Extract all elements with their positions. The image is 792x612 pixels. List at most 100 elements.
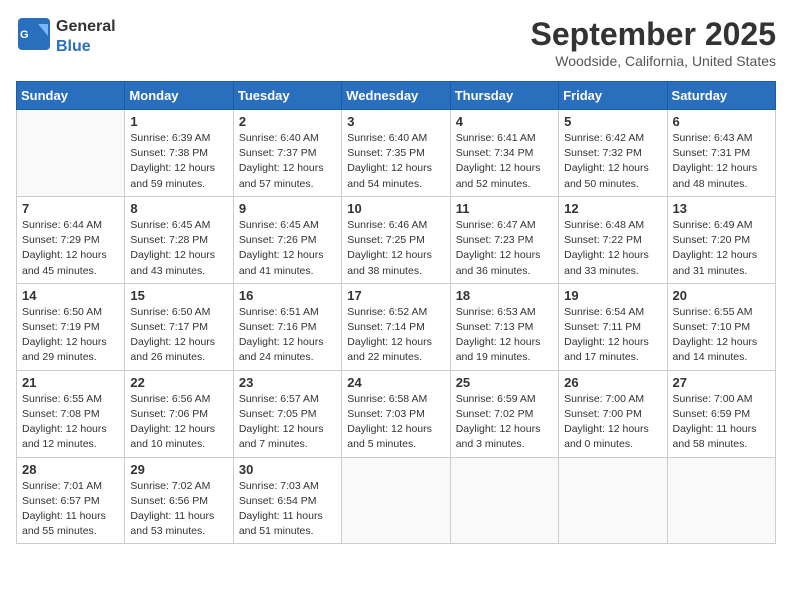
col-header-wednesday: Wednesday bbox=[342, 82, 450, 110]
day-number: 3 bbox=[347, 114, 444, 129]
day-info: Sunrise: 6:46 AMSunset: 7:25 PMDaylight:… bbox=[347, 218, 444, 279]
day-number: 18 bbox=[456, 288, 553, 303]
day-number: 25 bbox=[456, 375, 553, 390]
day-number: 15 bbox=[130, 288, 227, 303]
day-number: 14 bbox=[22, 288, 119, 303]
day-number: 30 bbox=[239, 462, 336, 477]
title-block: September 2025 Woodside, California, Uni… bbox=[531, 16, 776, 69]
logo-icon: G bbox=[16, 16, 52, 52]
day-number: 22 bbox=[130, 375, 227, 390]
calendar-cell: 9Sunrise: 6:45 AMSunset: 7:26 PMDaylight… bbox=[233, 196, 341, 283]
day-number: 6 bbox=[673, 114, 770, 129]
calendar-cell bbox=[450, 457, 558, 544]
col-header-sunday: Sunday bbox=[17, 82, 125, 110]
calendar-cell: 29 Sunrise: 7:02 AMSunset: 6:56 PMDayligh… bbox=[125, 457, 233, 544]
calendar-cell: 11 Sunrise: 6:47 AMSunset: 7:23 PMDayligh… bbox=[450, 196, 558, 283]
day-info: Sunrise: 6:50 AMSunset: 7:17 PMDaylight:… bbox=[130, 305, 227, 366]
logo: G General Blue bbox=[16, 16, 116, 57]
calendar-header-row: SundayMondayTuesdayWednesdayThursdayFrid… bbox=[17, 82, 776, 110]
calendar-cell: 24 Sunrise: 6:58 AMSunset: 7:03 PMDayligh… bbox=[342, 370, 450, 457]
col-header-friday: Friday bbox=[559, 82, 667, 110]
day-info: Sunrise: 6:45 AMSunset: 7:26 PMDaylight:… bbox=[239, 218, 336, 279]
week-row-3: 14Sunrise: 6:50 AMSunset: 7:19 PMDayligh… bbox=[17, 283, 776, 370]
calendar-cell: 6 Sunrise: 6:43 AMSunset: 7:31 PMDaylight… bbox=[667, 110, 775, 197]
calendar-cell: 19 Sunrise: 6:54 AMSunset: 7:11 PMDayligh… bbox=[559, 283, 667, 370]
day-info: Sunrise: 7:00 AMSunset: 7:00 PMDaylight:… bbox=[564, 392, 661, 453]
week-row-5: 28 Sunrise: 7:01 AMSunset: 6:57 PMDayligh… bbox=[17, 457, 776, 544]
calendar-cell: 21 Sunrise: 6:55 AMSunset: 7:08 PMDayligh… bbox=[17, 370, 125, 457]
day-number: 17 bbox=[347, 288, 444, 303]
day-info: Sunrise: 7:03 AMSunset: 6:54 PMDaylight:… bbox=[239, 479, 336, 540]
day-number: 13 bbox=[673, 201, 770, 216]
month-title: September 2025 bbox=[531, 16, 776, 53]
day-info: Sunrise: 6:53 AMSunset: 7:13 PMDaylight:… bbox=[456, 305, 553, 366]
calendar-cell bbox=[342, 457, 450, 544]
day-info: Sunrise: 6:56 AMSunset: 7:06 PMDaylight:… bbox=[130, 392, 227, 453]
calendar-cell bbox=[559, 457, 667, 544]
day-info: Sunrise: 7:00 AMSunset: 6:59 PMDaylight:… bbox=[673, 392, 770, 453]
page-header: G General Blue September 2025 Woodside, … bbox=[16, 16, 776, 69]
day-info: Sunrise: 6:39 AMSunset: 7:38 PMDaylight:… bbox=[130, 131, 227, 192]
location: Woodside, California, United States bbox=[531, 53, 776, 69]
day-info: Sunrise: 6:58 AMSunset: 7:03 PMDaylight:… bbox=[347, 392, 444, 453]
calendar-cell: 4 Sunrise: 6:41 AMSunset: 7:34 PMDaylight… bbox=[450, 110, 558, 197]
day-info: Sunrise: 6:57 AMSunset: 7:05 PMDaylight:… bbox=[239, 392, 336, 453]
week-row-4: 21 Sunrise: 6:55 AMSunset: 7:08 PMDayligh… bbox=[17, 370, 776, 457]
calendar-cell: 10Sunrise: 6:46 AMSunset: 7:25 PMDayligh… bbox=[342, 196, 450, 283]
day-number: 11 bbox=[456, 201, 553, 216]
calendar-cell: 17Sunrise: 6:52 AMSunset: 7:14 PMDayligh… bbox=[342, 283, 450, 370]
calendar-cell: 30 Sunrise: 7:03 AMSunset: 6:54 PMDayligh… bbox=[233, 457, 341, 544]
logo-blue: Blue bbox=[56, 37, 116, 56]
day-number: 23 bbox=[239, 375, 336, 390]
calendar-cell: 28 Sunrise: 7:01 AMSunset: 6:57 PMDayligh… bbox=[17, 457, 125, 544]
calendar-cell: 5 Sunrise: 6:42 AMSunset: 7:32 PMDaylight… bbox=[559, 110, 667, 197]
calendar-cell: 1 Sunrise: 6:39 AMSunset: 7:38 PMDaylight… bbox=[125, 110, 233, 197]
day-number: 27 bbox=[673, 375, 770, 390]
col-header-thursday: Thursday bbox=[450, 82, 558, 110]
day-number: 8 bbox=[130, 201, 227, 216]
day-info: Sunrise: 7:02 AMSunset: 6:56 PMDaylight:… bbox=[130, 479, 227, 540]
calendar-cell: 2 Sunrise: 6:40 AMSunset: 7:37 PMDaylight… bbox=[233, 110, 341, 197]
day-info: Sunrise: 6:54 AMSunset: 7:11 PMDaylight:… bbox=[564, 305, 661, 366]
day-number: 19 bbox=[564, 288, 661, 303]
day-info: Sunrise: 6:43 AMSunset: 7:31 PMDaylight:… bbox=[673, 131, 770, 192]
day-info: Sunrise: 6:44 AMSunset: 7:29 PMDaylight:… bbox=[22, 218, 119, 279]
calendar-cell: 25 Sunrise: 6:59 AMSunset: 7:02 PMDayligh… bbox=[450, 370, 558, 457]
day-info: Sunrise: 7:01 AMSunset: 6:57 PMDaylight:… bbox=[22, 479, 119, 540]
calendar-cell: 15 Sunrise: 6:50 AMSunset: 7:17 PMDayligh… bbox=[125, 283, 233, 370]
day-number: 4 bbox=[456, 114, 553, 129]
logo-general: General bbox=[56, 17, 116, 36]
day-info: Sunrise: 6:41 AMSunset: 7:34 PMDaylight:… bbox=[456, 131, 553, 192]
day-number: 5 bbox=[564, 114, 661, 129]
day-number: 26 bbox=[564, 375, 661, 390]
calendar-cell: 12Sunrise: 6:48 AMSunset: 7:22 PMDayligh… bbox=[559, 196, 667, 283]
calendar-cell: 22 Sunrise: 6:56 AMSunset: 7:06 PMDayligh… bbox=[125, 370, 233, 457]
calendar-cell: 7Sunrise: 6:44 AMSunset: 7:29 PMDaylight… bbox=[17, 196, 125, 283]
col-header-saturday: Saturday bbox=[667, 82, 775, 110]
day-info: Sunrise: 6:59 AMSunset: 7:02 PMDaylight:… bbox=[456, 392, 553, 453]
day-info: Sunrise: 6:40 AMSunset: 7:37 PMDaylight:… bbox=[239, 131, 336, 192]
day-number: 28 bbox=[22, 462, 119, 477]
calendar-cell: 27 Sunrise: 7:00 AMSunset: 6:59 PMDayligh… bbox=[667, 370, 775, 457]
day-number: 1 bbox=[130, 114, 227, 129]
calendar-cell: 23 Sunrise: 6:57 AMSunset: 7:05 PMDayligh… bbox=[233, 370, 341, 457]
week-row-2: 7Sunrise: 6:44 AMSunset: 7:29 PMDaylight… bbox=[17, 196, 776, 283]
day-number: 24 bbox=[347, 375, 444, 390]
day-info: Sunrise: 6:55 AMSunset: 7:08 PMDaylight:… bbox=[22, 392, 119, 453]
day-number: 29 bbox=[130, 462, 227, 477]
calendar-cell bbox=[667, 457, 775, 544]
calendar-cell: 14Sunrise: 6:50 AMSunset: 7:19 PMDayligh… bbox=[17, 283, 125, 370]
day-number: 21 bbox=[22, 375, 119, 390]
day-info: Sunrise: 6:40 AMSunset: 7:35 PMDaylight:… bbox=[347, 131, 444, 192]
calendar-cell: 18 Sunrise: 6:53 AMSunset: 7:13 PMDayligh… bbox=[450, 283, 558, 370]
day-info: Sunrise: 6:47 AMSunset: 7:23 PMDaylight:… bbox=[456, 218, 553, 279]
calendar-cell: 3 Sunrise: 6:40 AMSunset: 7:35 PMDaylight… bbox=[342, 110, 450, 197]
svg-text:G: G bbox=[20, 29, 29, 41]
day-info: Sunrise: 6:55 AMSunset: 7:10 PMDaylight:… bbox=[673, 305, 770, 366]
day-info: Sunrise: 6:51 AMSunset: 7:16 PMDaylight:… bbox=[239, 305, 336, 366]
day-info: Sunrise: 6:48 AMSunset: 7:22 PMDaylight:… bbox=[564, 218, 661, 279]
day-info: Sunrise: 6:49 AMSunset: 7:20 PMDaylight:… bbox=[673, 218, 770, 279]
day-info: Sunrise: 6:42 AMSunset: 7:32 PMDaylight:… bbox=[564, 131, 661, 192]
calendar-cell: 8Sunrise: 6:45 AMSunset: 7:28 PMDaylight… bbox=[125, 196, 233, 283]
day-number: 2 bbox=[239, 114, 336, 129]
